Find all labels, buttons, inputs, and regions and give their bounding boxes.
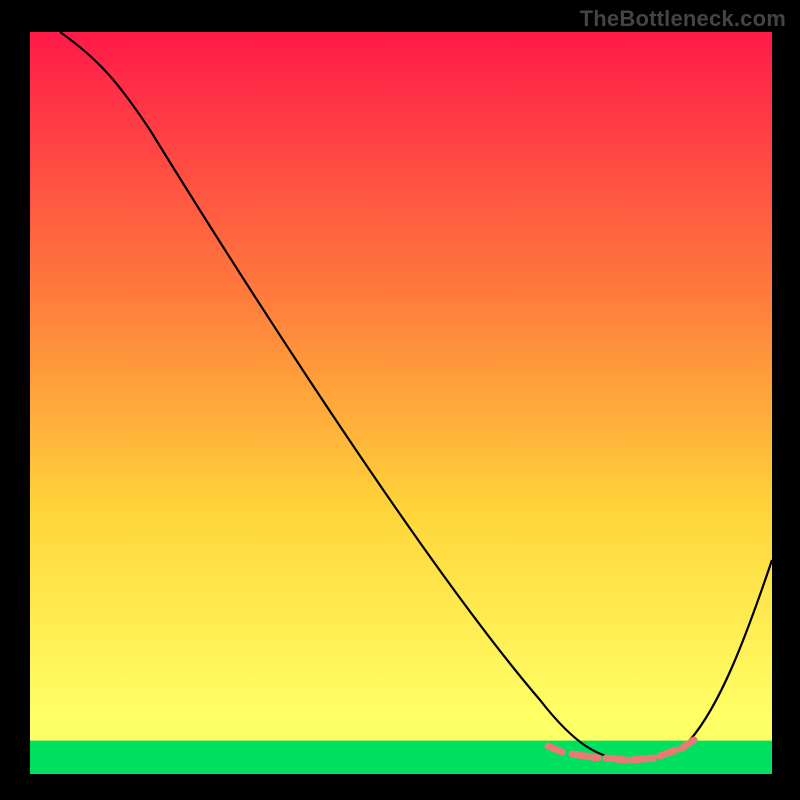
highlight-seg-3 bbox=[632, 758, 654, 760]
highlight-seg-1 bbox=[572, 754, 598, 758]
bottleneck-chart bbox=[0, 0, 800, 800]
watermark-label: TheBottleneck.com bbox=[580, 6, 786, 32]
chart-stage: TheBottleneck.com bbox=[0, 0, 800, 800]
plot-background-overlay bbox=[30, 32, 772, 774]
highlight-seg-2 bbox=[606, 758, 626, 760]
